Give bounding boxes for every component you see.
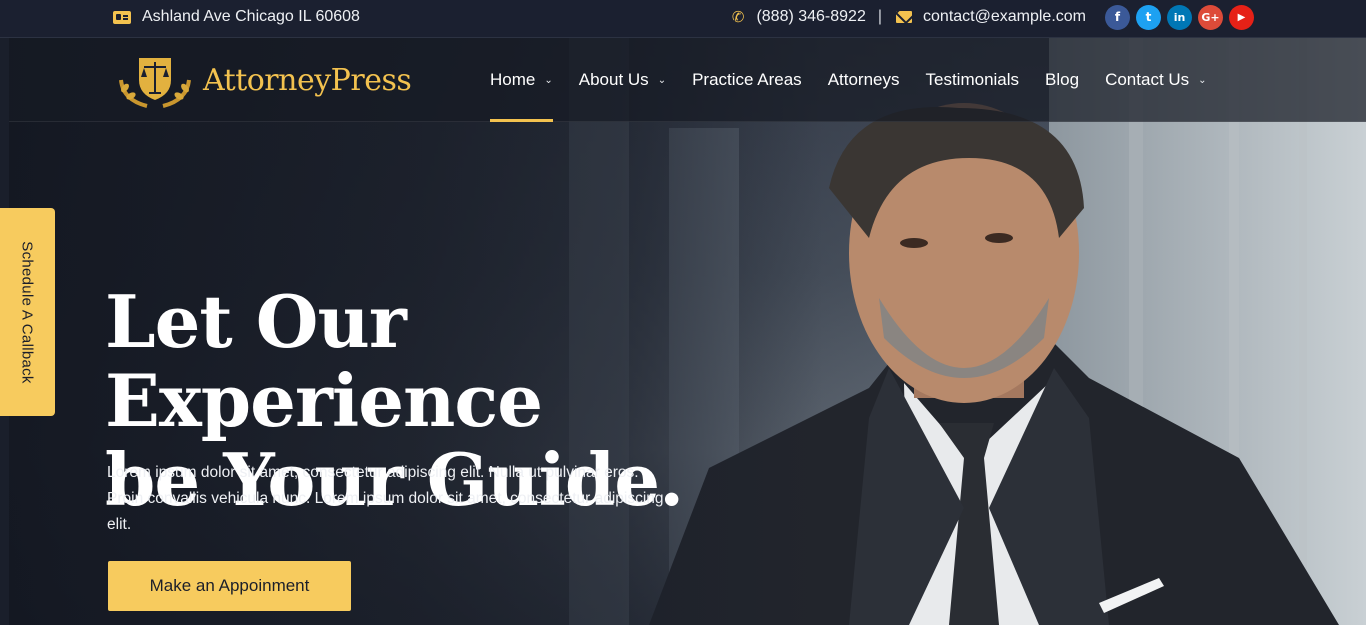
brand-name: AttorneyPress xyxy=(203,62,412,98)
hero-headline-line1: Let Our Experience xyxy=(105,279,543,443)
twitter-icon[interactable]: t xyxy=(1136,4,1161,30)
nav-item-label: Contact Us xyxy=(1105,70,1190,89)
schedule-callback-tab[interactable]: Schedule A Callback xyxy=(0,208,55,416)
address-info: Ashland Ave Chicago IL 60608 xyxy=(113,0,360,34)
nav-item-label: Home xyxy=(490,70,536,89)
nav-item-label: Blog xyxy=(1045,70,1080,89)
nav-item-blog[interactable]: Blog xyxy=(1045,38,1079,122)
phone-number[interactable]: (888) 346-8922 xyxy=(756,8,865,26)
nav-item-label: Attorneys xyxy=(827,70,900,89)
nav-item-testimonials[interactable]: Testimonials xyxy=(926,38,1020,122)
google-plus-icon[interactable]: G+ xyxy=(1198,4,1223,30)
address-text: Ashland Ave Chicago IL 60608 xyxy=(142,8,360,25)
phone-icon: ✆ xyxy=(731,9,745,26)
main-navbar: AttorneyPress Home ⌄ About Us ⌄ Practice… xyxy=(9,38,1366,122)
schedule-callback-label: Schedule A Callback xyxy=(19,240,36,384)
address-card-icon xyxy=(113,10,131,24)
scales-of-justice-icon xyxy=(119,58,191,108)
social-links: f t in G+ ▶ xyxy=(1105,4,1254,30)
nav-item-label: Practice Areas xyxy=(692,70,802,89)
contact-info: ✆ (888) 346-8922 | contact@example.com f… xyxy=(732,0,1254,34)
chevron-down-icon: ⌄ xyxy=(544,74,553,86)
site-logo[interactable]: AttorneyPress xyxy=(113,50,412,110)
email-link[interactable]: contact@example.com xyxy=(923,8,1086,26)
chevron-down-icon: ⌄ xyxy=(1198,74,1207,86)
nav-item-label: About Us xyxy=(578,70,649,89)
nav-item-about-us[interactable]: About Us ⌄ xyxy=(579,38,666,122)
make-appointment-button[interactable]: Make an Appoinment xyxy=(108,561,351,611)
contact-separator: | xyxy=(877,8,883,25)
nav-item-attorneys[interactable]: Attorneys xyxy=(828,38,900,122)
nav-item-contact-us[interactable]: Contact Us ⌄ xyxy=(1105,38,1206,122)
chevron-down-icon: ⌄ xyxy=(657,74,667,86)
top-bar: Ashland Ave Chicago IL 60608 ✆ (888) 346… xyxy=(0,0,1366,38)
facebook-icon[interactable]: f xyxy=(1105,4,1130,30)
nav-item-label: Testimonials xyxy=(925,70,1020,89)
envelope-icon xyxy=(896,11,913,23)
nav-item-home[interactable]: Home ⌄ xyxy=(490,38,553,122)
linkedin-icon[interactable]: in xyxy=(1167,4,1192,30)
nav-item-practice-areas[interactable]: Practice Areas xyxy=(692,38,802,122)
hero-lead-text: Lorem ipsum dolor sit amet, consectetur … xyxy=(107,464,664,533)
youtube-icon[interactable]: ▶ xyxy=(1229,4,1254,30)
primary-menu: Home ⌄ About Us ⌄ Practice Areas Attorne… xyxy=(490,38,1207,122)
